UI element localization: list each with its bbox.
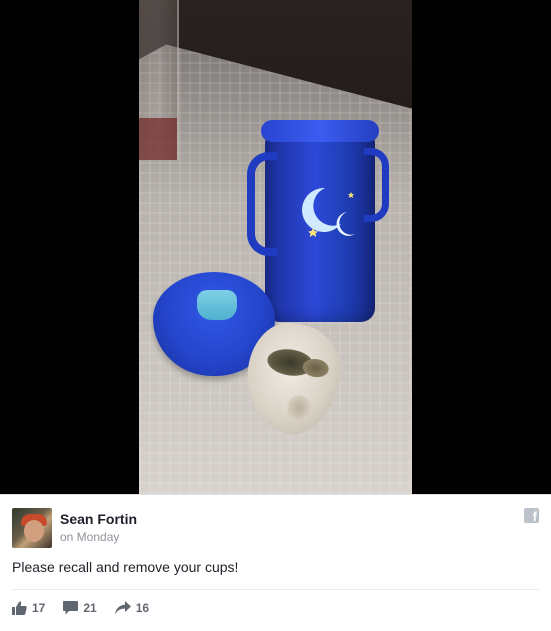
embedded-post: Sean Fortin on Monday f Please recall an… (0, 0, 551, 631)
divider (12, 589, 539, 590)
share-icon (114, 601, 131, 615)
mould-patch (301, 357, 330, 379)
like-icon (12, 601, 27, 615)
glass-liquid (139, 118, 177, 160)
cup-spout (197, 290, 237, 320)
post-media[interactable] (0, 0, 551, 494)
cup-rim (261, 120, 379, 142)
post-message: Please recall and remove your cups! (12, 559, 239, 575)
cup-handle-left (247, 152, 277, 256)
post-timestamp[interactable]: on Monday (60, 530, 119, 544)
avatar[interactable] (12, 508, 52, 548)
share-count: 16 (135, 601, 150, 615)
facebook-icon[interactable]: f (524, 508, 539, 523)
avatar-face (24, 520, 44, 542)
moon-icon (302, 187, 355, 237)
comment-count: 21 (83, 601, 97, 615)
author-name[interactable]: Sean Fortin (60, 511, 137, 527)
post-photo[interactable] (139, 0, 412, 494)
valve-opening (285, 393, 313, 423)
comment-stat[interactable]: 21 (63, 601, 97, 615)
comment-icon (63, 601, 79, 615)
like-count: 17 (32, 601, 46, 615)
cup-handle-right (364, 148, 389, 222)
sippy-cup (247, 120, 389, 322)
engagement-stats: 17 21 16 (12, 598, 167, 618)
share-stat[interactable]: 16 (114, 601, 150, 615)
like-stat[interactable]: 17 (12, 601, 45, 615)
drinking-glass (139, 0, 179, 160)
